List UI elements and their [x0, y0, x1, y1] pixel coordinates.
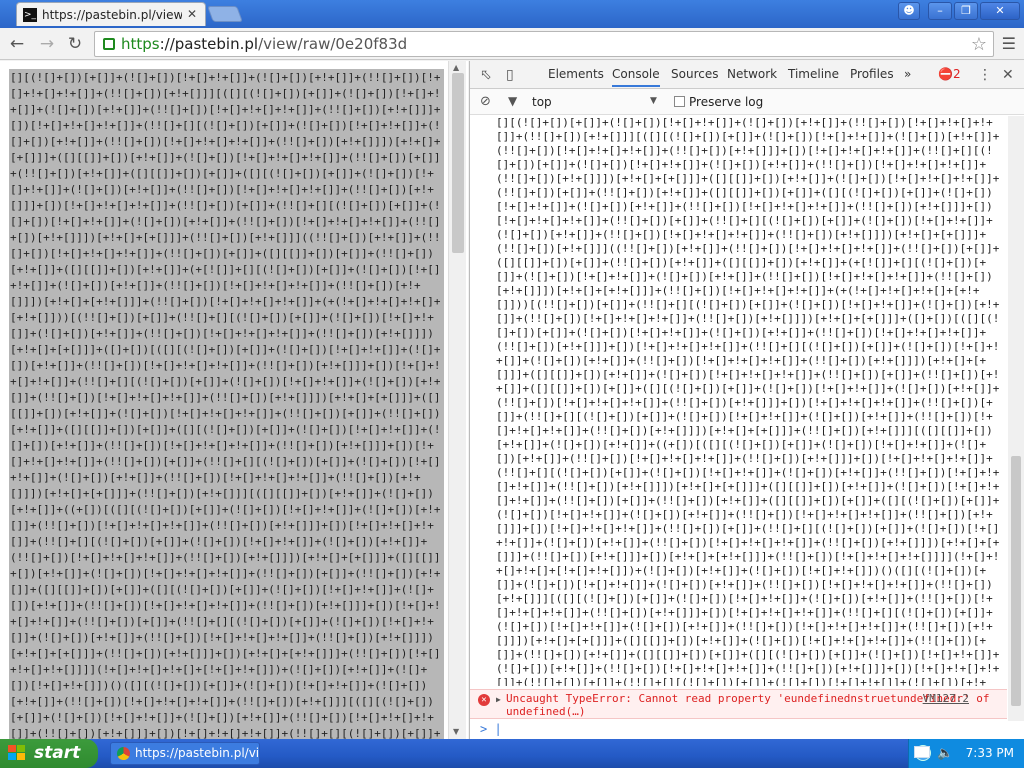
taskbar-window-title: https://pastebin.pl/vi... [135, 746, 260, 760]
back-icon[interactable]: ← [6, 34, 28, 54]
tab-timeline[interactable]: Timeline [788, 67, 839, 81]
error-message: Uncaught TypeError: Cannot read property… [506, 692, 990, 718]
volume-icon[interactable]: 🔈 [937, 739, 953, 768]
error-source-link[interactable]: VM127:2 [923, 692, 969, 705]
error-icon: ✕ [478, 694, 490, 706]
preserve-log-label: Preserve log [689, 95, 764, 109]
console-filter-bar: ⊘ ▼ top ▼ Preserve log [470, 89, 1024, 115]
close-devtools-icon[interactable]: ✕ [1002, 67, 1014, 83]
device-mode-icon[interactable]: ▯ [506, 67, 514, 83]
terminal-favicon-icon: >_ [23, 7, 37, 22]
inspect-icon[interactable]: ⬁ [480, 67, 492, 83]
reload-icon[interactable]: ↻ [64, 34, 86, 54]
address-bar[interactable]: https://pastebin.pl/view/raw/0e20f83d ☆ [94, 31, 994, 57]
close-tab-icon[interactable]: ✕ [187, 7, 197, 21]
devtools-panel: ⬁ ▯ Elements Console Sources Network Tim… [469, 61, 1024, 739]
minimize-button[interactable]: – [928, 2, 952, 20]
tab-title: https://pastebin.pl/view/raw [42, 7, 182, 22]
devtools-tab-bar: ⬁ ▯ Elements Console Sources Network Tim… [470, 61, 1024, 89]
preserve-log-checkbox[interactable] [674, 96, 685, 107]
clear-console-icon[interactable]: ⊘ [480, 94, 491, 109]
kebab-menu-icon[interactable]: ⋮ [978, 67, 992, 83]
tab-sources[interactable]: Sources [671, 67, 718, 81]
bookmark-star-icon[interactable]: ☆ [971, 34, 987, 55]
browser-tab[interactable]: >_ https://pastebin.pl/view/raw ✕ [16, 2, 206, 26]
context-dropdown-icon[interactable]: ▼ [650, 96, 657, 106]
error-count-badge[interactable]: ⛔2 [938, 67, 961, 81]
scroll-thumb[interactable] [452, 73, 464, 253]
expand-arrow-icon[interactable]: ▶ [496, 693, 501, 706]
taskbar: start https://pastebin.pl/vi... 🔈 7:33 P… [0, 739, 1024, 768]
page-scrollbar[interactable]: ▲ ▼ [448, 61, 466, 739]
forward-icon[interactable]: → [36, 34, 58, 54]
windows-flag-icon [8, 745, 25, 760]
console-scroll-thumb[interactable] [1011, 456, 1021, 706]
console-output: [][(![]+[])[+[]]+(![]+[])[!+[]+!+[]]+(![… [496, 116, 1000, 686]
maximize-button[interactable]: ❐ [954, 2, 978, 20]
tab-elements[interactable]: Elements [548, 67, 604, 81]
scroll-up-icon[interactable]: ▲ [453, 63, 459, 72]
start-button[interactable]: start [0, 739, 98, 768]
page-content: [][(![]+[])[+[]]+(![]+[])[!+[]+!+[]]+(![… [0, 61, 468, 739]
tab-network[interactable]: Network [727, 67, 777, 81]
new-tab-button[interactable] [207, 6, 243, 22]
menu-icon[interactable]: ☰ [1002, 34, 1016, 53]
filter-icon[interactable]: ▼ [508, 94, 517, 108]
user-icon[interactable]: ☻ [898, 2, 920, 20]
console-error-row: ✕ ▶ Uncaught TypeError: Cannot read prop… [470, 689, 1007, 719]
tab-console[interactable]: Console [612, 67, 660, 87]
context-select[interactable]: top [532, 95, 552, 109]
clock: 7:33 PM [965, 746, 1014, 760]
title-bar: >_ https://pastebin.pl/view/raw ✕ ☻ – ❐ … [0, 0, 1024, 28]
keyboard-icon[interactable] [914, 746, 930, 758]
taskbar-chrome-window[interactable]: https://pastebin.pl/vi... [110, 742, 260, 765]
browser-toolbar: ← → ↻ https://pastebin.pl/view/raw/0e20f… [0, 28, 1024, 60]
tab-profiles[interactable]: Profiles [850, 67, 894, 81]
close-window-button[interactable]: ✕ [980, 2, 1020, 20]
lock-icon [103, 38, 115, 50]
more-tabs-icon[interactable]: » [904, 67, 911, 81]
scroll-down-icon[interactable]: ▼ [453, 727, 459, 736]
console-prompt[interactable]: > | [470, 719, 1007, 739]
chrome-icon [117, 747, 130, 760]
console-scrollbar[interactable] [1008, 116, 1024, 721]
address-url: https://pastebin.pl/view/raw/0e20f83d [121, 35, 408, 53]
start-label: start [34, 743, 81, 763]
raw-paste-text: [][(![]+[])[+[]]+(![]+[])[!+[]+!+[]]+(![… [9, 69, 444, 739]
error-count: 2 [952, 67, 961, 81]
